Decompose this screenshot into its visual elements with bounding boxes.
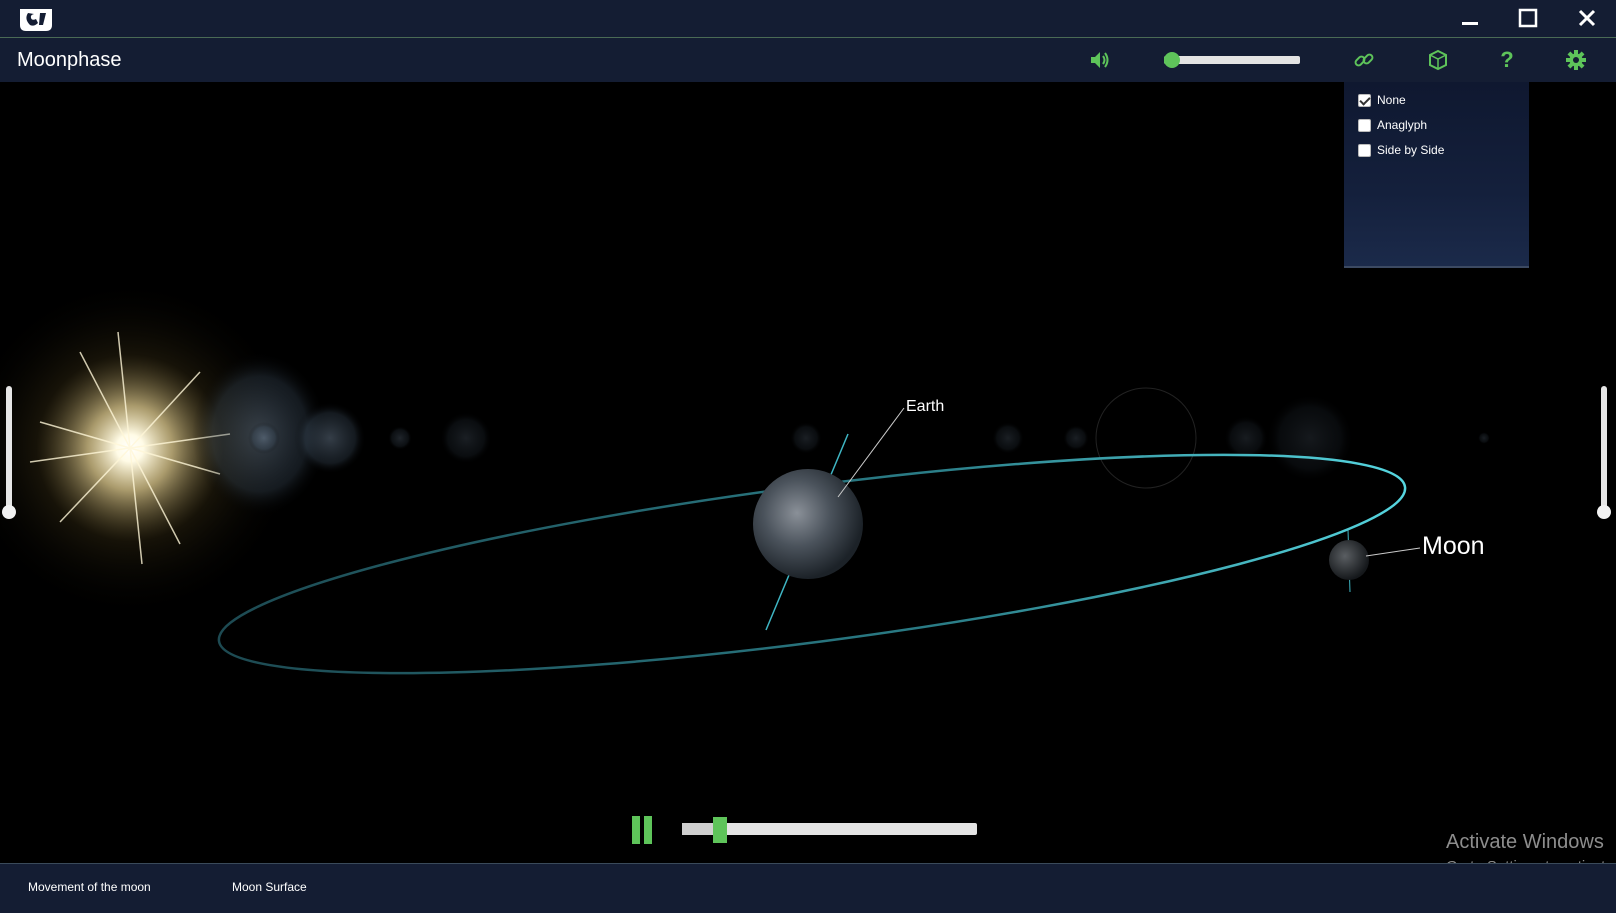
close-icon [1578,9,1596,27]
speaker-icon [1091,52,1109,68]
stereo-3d-button[interactable] [1423,45,1453,75]
earth-label-leader [837,407,905,498]
timeline-slider[interactable] [682,817,977,843]
timeline-thumb[interactable] [713,817,728,843]
left-slider-thumb[interactable] [2,505,16,519]
tab-moon-surface[interactable]: Moon Surface [232,880,307,894]
gear-icon [1566,50,1586,70]
title-bar [0,0,1616,38]
left-vertical-slider[interactable] [2,386,16,519]
stereo-mode-menu: None Anaglyph Side by Side [1344,82,1529,268]
help-button[interactable]: ? [1492,45,1522,75]
pause-button[interactable] [632,816,656,844]
help-icon: ? [1500,47,1514,72]
settings-button[interactable] [1561,45,1591,75]
pause-icon-bar [644,816,652,844]
stereo-option-side-by-side[interactable]: Side by Side [1358,141,1444,159]
close-button[interactable] [1567,4,1607,32]
link-icon [1354,53,1374,67]
moon[interactable] [1329,540,1369,580]
minimize-button[interactable] [1450,4,1490,32]
stereo-option-label: Anaglyph [1377,118,1428,132]
app-logo-icon [20,9,52,31]
maximize-icon [1518,8,1538,28]
tab-movement-of-the-moon[interactable]: Movement of the moon [28,880,151,894]
volume-thumb[interactable] [1164,52,1180,68]
stereo-option-none[interactable]: None [1358,91,1406,109]
3d-cube-icon [1429,49,1447,71]
volume-slider[interactable] [1164,52,1300,68]
pause-icon [632,816,640,844]
stereo-option-label: Side by Side [1377,143,1445,157]
link-button[interactable] [1349,45,1379,75]
maximize-button[interactable] [1508,4,1548,32]
stereo-anaglyph-checkbox[interactable] [1358,118,1371,132]
stereo-none-checkbox[interactable] [1358,93,1371,107]
minimize-icon [1462,22,1478,25]
moon-label: Moon [1422,532,1485,560]
volume-button[interactable] [1085,45,1115,75]
stereo-option-label: None [1377,93,1406,107]
activation-watermark-title: Activate Windows [1446,831,1604,853]
stereo-option-anaglyph[interactable]: Anaglyph [1358,116,1427,134]
earth-label: Earth [906,398,945,415]
toolbar: Moonphase ? [0,38,1616,82]
page-title: Moonphase [17,49,122,71]
right-slider-thumb[interactable] [1597,505,1611,519]
moon-label-leader [1365,547,1421,557]
stereo-side-by-side-checkbox[interactable] [1358,143,1371,157]
bottom-tab-bar: Movement of the moon Moon Surface [0,863,1616,913]
right-vertical-slider[interactable] [1597,386,1611,519]
